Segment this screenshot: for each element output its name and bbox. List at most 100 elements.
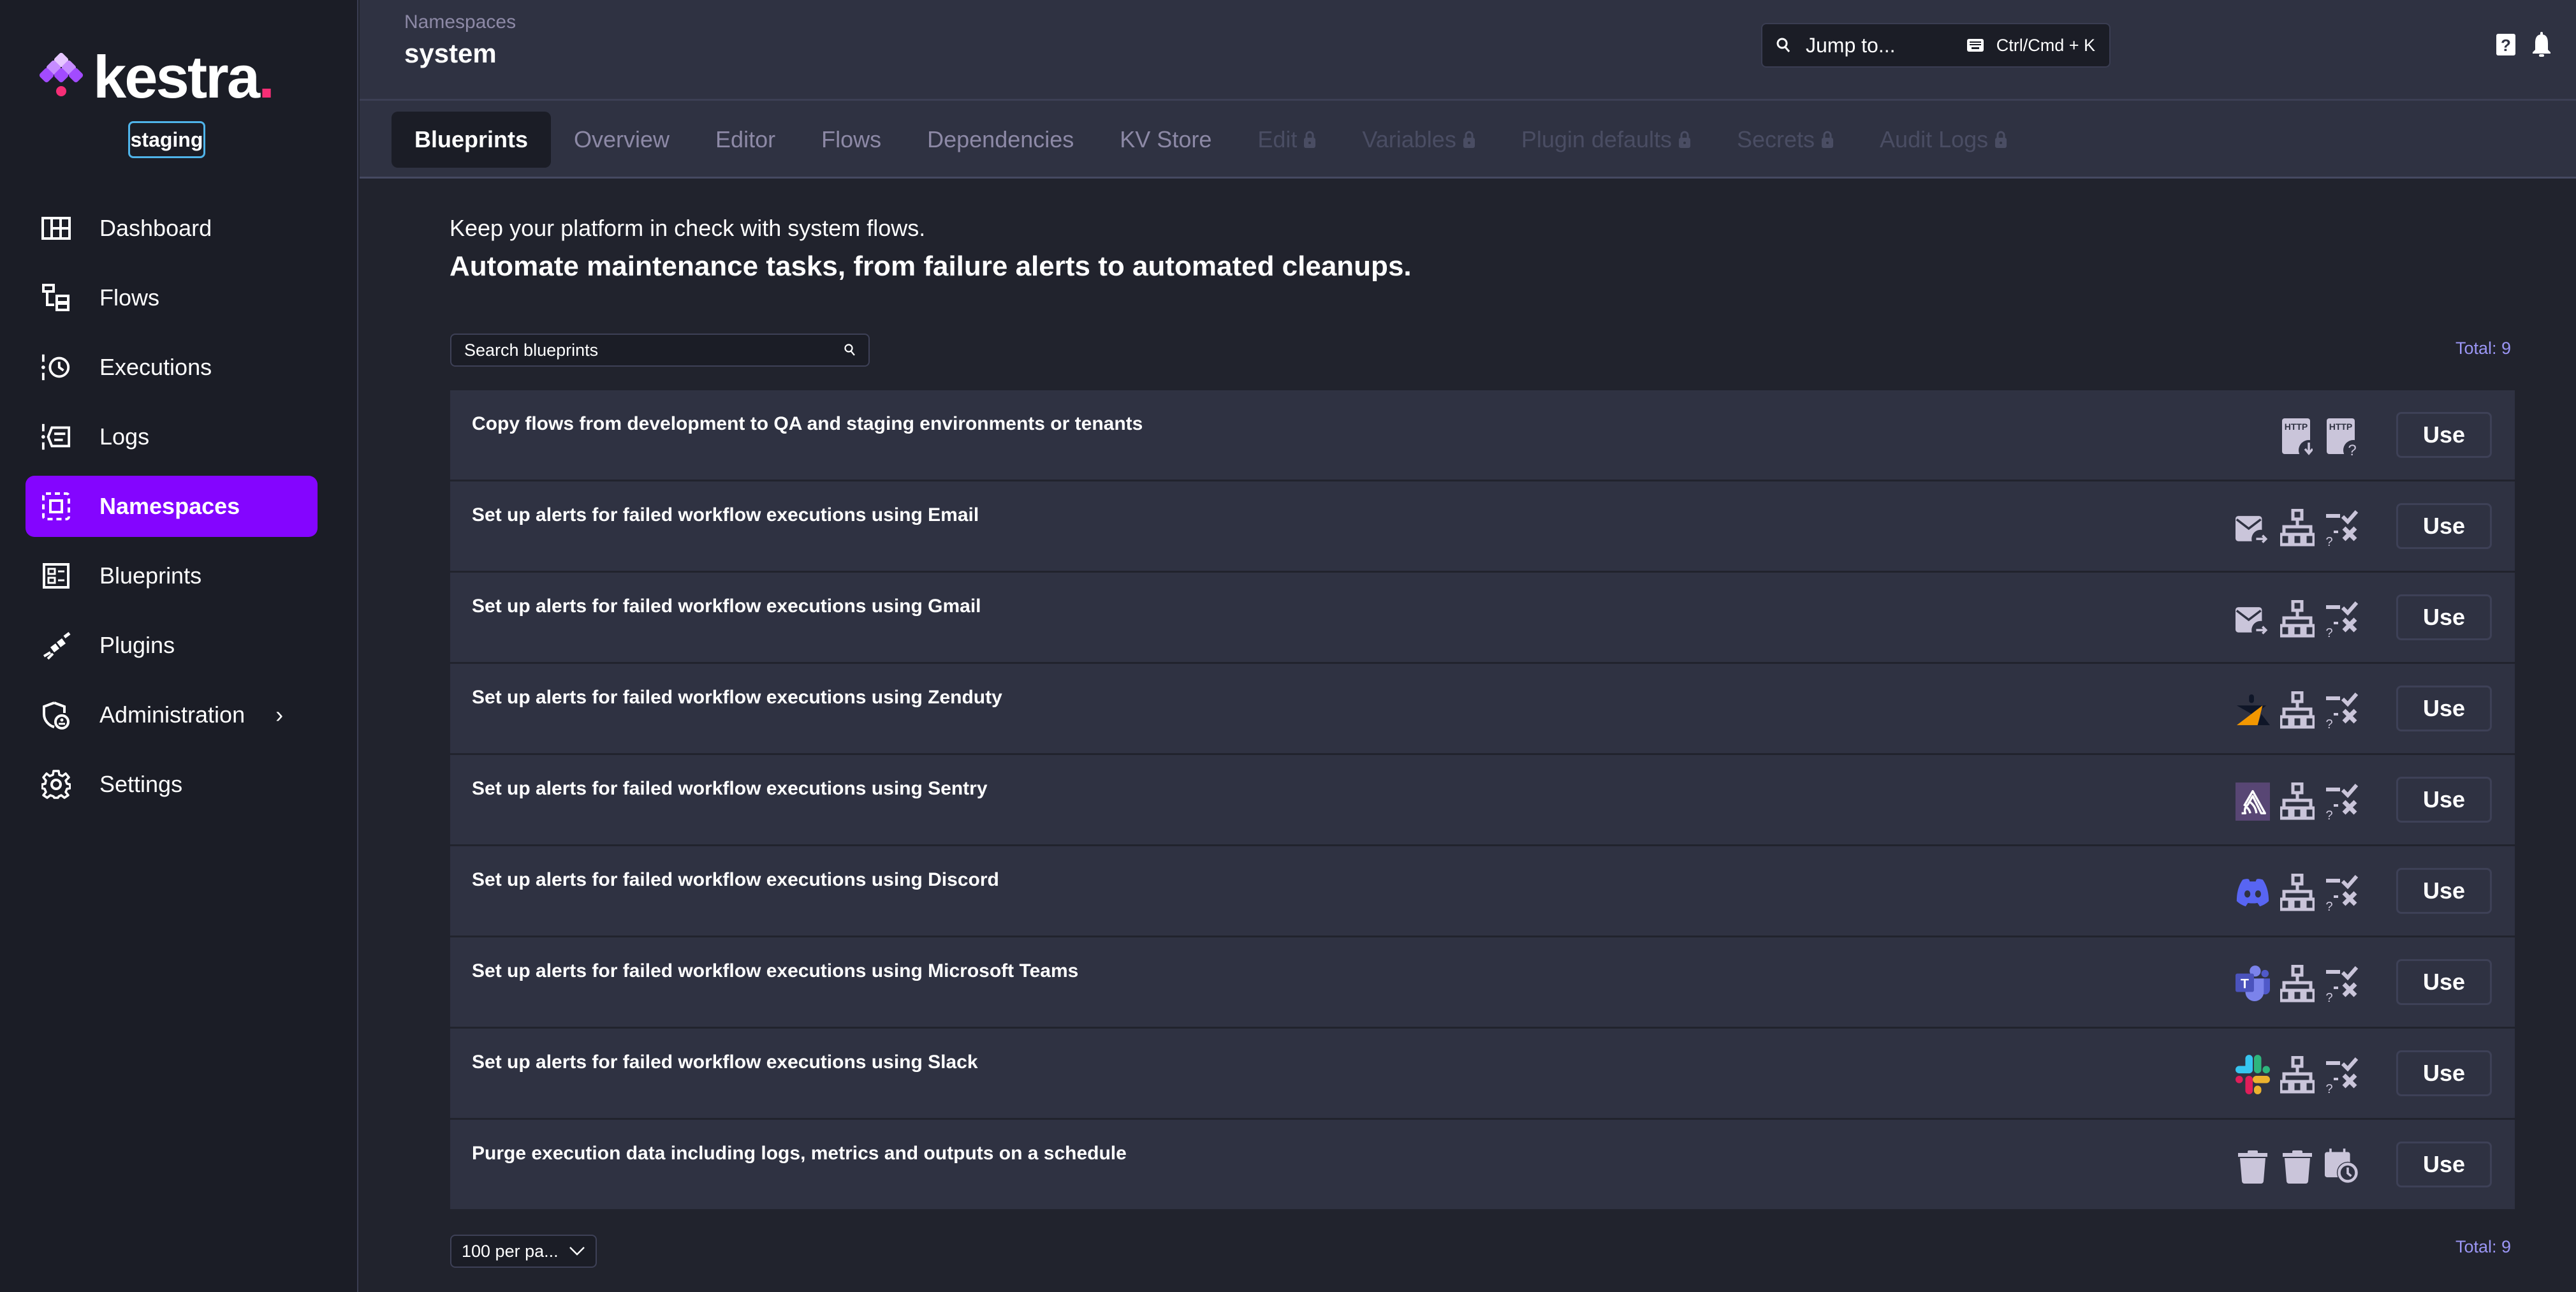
flow-trigger-icon: ?: [2325, 1056, 2359, 1094]
svg-text:HTTP: HTTP: [2285, 422, 2308, 432]
sidebar-item-label: Logs: [99, 423, 150, 450]
blueprint-plugin-icons: ?: [2236, 507, 2359, 549]
blueprint-row[interactable]: Purge execution data including logs, met…: [450, 1120, 2515, 1209]
sidebar-item-executions[interactable]: Executions: [26, 337, 318, 398]
environment-badge: staging: [128, 121, 205, 158]
settings-icon: [41, 769, 71, 800]
search-icon: [844, 344, 856, 356]
blueprint-row[interactable]: Set up alerts for failed workflow execut…: [450, 846, 2515, 936]
tab-label: Secrets: [1737, 126, 1815, 152]
blueprint-row[interactable]: Set up alerts for failed workflow execut…: [450, 937, 2515, 1027]
use-blueprint-button[interactable]: Use: [2396, 868, 2492, 914]
blueprint-row[interactable]: Copy flows from development to QA and st…: [450, 390, 2515, 480]
sidebar-item-blueprints[interactable]: Blueprints: [26, 545, 318, 606]
page-size-select[interactable]: 100 per pa...: [450, 1235, 597, 1268]
tab-label: Plugin defaults: [1521, 126, 1672, 152]
sidebar-item-label: Executions: [99, 354, 212, 380]
sidebar-item-flows[interactable]: Flows: [26, 267, 318, 328]
blueprint-title[interactable]: Set up alerts for failed workflow execut…: [472, 687, 1002, 708]
blueprint-plugin-icons: ?: [2236, 598, 2359, 640]
blueprints-icon: [41, 561, 71, 591]
blueprint-row[interactable]: Set up alerts for failed workflow execut…: [450, 755, 2515, 844]
tab-overview[interactable]: Overview: [551, 112, 692, 168]
lock-icon: [1821, 131, 1834, 149]
sidebar-item-label: Plugins: [99, 632, 175, 658]
flow-trigger-icon: ?: [2325, 509, 2359, 547]
flow-tree-icon: [2280, 874, 2315, 912]
total-count-bottom: Total: 9: [2455, 1237, 2511, 1256]
blueprint-row[interactable]: Set up alerts for failed workflow execut…: [450, 1029, 2515, 1118]
blueprint-row[interactable]: Set up alerts for failed workflow execut…: [450, 481, 2515, 571]
tab-label: KV Store: [1120, 126, 1212, 152]
http-download-icon: HTTP: [2280, 418, 2315, 456]
teams-icon: T: [2236, 965, 2270, 1003]
tab-kv-store[interactable]: KV Store: [1097, 112, 1234, 168]
breadcrumb[interactable]: Namespaces: [404, 11, 516, 33]
use-blueprint-button[interactable]: Use: [2396, 1050, 2492, 1096]
help-icon[interactable]: ?: [2493, 31, 2519, 59]
logs-icon: [41, 422, 71, 452]
tab-editor[interactable]: Editor: [692, 112, 798, 168]
trash-icon: [2236, 1147, 2270, 1186]
sidebar-item-label: Flows: [99, 284, 160, 311]
search-blueprints-input[interactable]: [464, 340, 844, 360]
sidebar-item-label: Dashboard: [99, 215, 212, 241]
svg-text:T: T: [2241, 977, 2249, 992]
sidebar-item-administration[interactable]: Administration ›: [26, 684, 318, 745]
tab-label: Flows: [821, 126, 882, 152]
kestra-logo-icon: [38, 52, 84, 103]
blueprint-title[interactable]: Copy flows from development to QA and st…: [472, 413, 1143, 435]
use-blueprint-button[interactable]: Use: [2396, 412, 2492, 458]
sidebar-item-plugins[interactable]: Plugins: [26, 615, 318, 676]
use-blueprint-button[interactable]: Use: [2396, 594, 2492, 640]
slack-icon: [2236, 1055, 2270, 1094]
use-blueprint-button[interactable]: Use: [2396, 1142, 2492, 1187]
lock-icon: [1303, 131, 1316, 149]
search-blueprints-field[interactable]: [450, 334, 870, 367]
svg-text:HTTP: HTTP: [2329, 422, 2353, 432]
trash-icon: [2280, 1147, 2315, 1186]
keyboard-shortcut: Ctrl/Cmd + K: [1966, 36, 2095, 55]
sidebar-item-label: Settings: [99, 771, 183, 797]
tab-audit-logs: Audit Logs: [1857, 112, 2030, 168]
executions-icon: [41, 352, 71, 383]
flow-trigger-icon: ?: [2325, 874, 2359, 912]
use-blueprint-button[interactable]: Use: [2396, 503, 2492, 549]
tab-dependencies[interactable]: Dependencies: [904, 112, 1097, 168]
sidebar-item-settings[interactable]: Settings: [26, 754, 318, 815]
svg-text:?: ?: [2325, 991, 2332, 1003]
sidebar-item-logs[interactable]: Logs: [26, 406, 318, 467]
chevron-down-icon: [569, 1246, 585, 1256]
blueprint-title[interactable]: Purge execution data including logs, met…: [472, 1143, 1127, 1164]
blueprint-title[interactable]: Set up alerts for failed workflow execut…: [472, 960, 1078, 982]
plugins-icon: [41, 630, 71, 661]
blueprint-title[interactable]: Set up alerts for failed workflow execut…: [472, 869, 999, 891]
kestra-logo[interactable]: kestra.: [38, 43, 275, 110]
svg-text:?: ?: [2501, 36, 2511, 55]
blueprint-title[interactable]: Set up alerts for failed workflow execut…: [472, 596, 981, 617]
jump-to-search[interactable]: Jump to... Ctrl/Cmd + K: [1761, 23, 2111, 68]
use-blueprint-button[interactable]: Use: [2396, 959, 2492, 1005]
use-blueprint-button[interactable]: Use: [2396, 777, 2492, 823]
lock-icon: [1994, 131, 2007, 149]
blueprint-title[interactable]: Set up alerts for failed workflow execut…: [472, 1052, 978, 1073]
sidebar-item-namespaces[interactable]: Namespaces: [26, 476, 318, 537]
blueprint-title[interactable]: Set up alerts for failed workflow execut…: [472, 504, 979, 526]
page-header: Namespaces system: [360, 0, 2576, 101]
sidebar-item-dashboard[interactable]: Dashboard: [26, 198, 318, 259]
brand-name: kestra.: [93, 43, 275, 110]
use-blueprint-button[interactable]: Use: [2396, 686, 2492, 731]
administration-icon: [41, 700, 71, 730]
blueprint-plugin-icons: HTTP HTTP?: [2280, 416, 2359, 458]
flow-tree-icon: [2280, 600, 2315, 638]
tab-flows[interactable]: Flows: [798, 112, 904, 168]
svg-text:?: ?: [2325, 809, 2332, 821]
blueprint-title[interactable]: Set up alerts for failed workflow execut…: [472, 778, 988, 800]
tab-plugin-defaults: Plugin defaults: [1498, 112, 1714, 168]
calendar-clock-icon: [2325, 1147, 2359, 1186]
tab-variables: Variables: [1339, 112, 1498, 168]
blueprint-row[interactable]: Set up alerts for failed workflow execut…: [450, 664, 2515, 753]
blueprint-row[interactable]: Set up alerts for failed workflow execut…: [450, 573, 2515, 662]
bell-icon[interactable]: [2529, 31, 2554, 59]
tab-blueprints[interactable]: Blueprints: [392, 112, 552, 168]
